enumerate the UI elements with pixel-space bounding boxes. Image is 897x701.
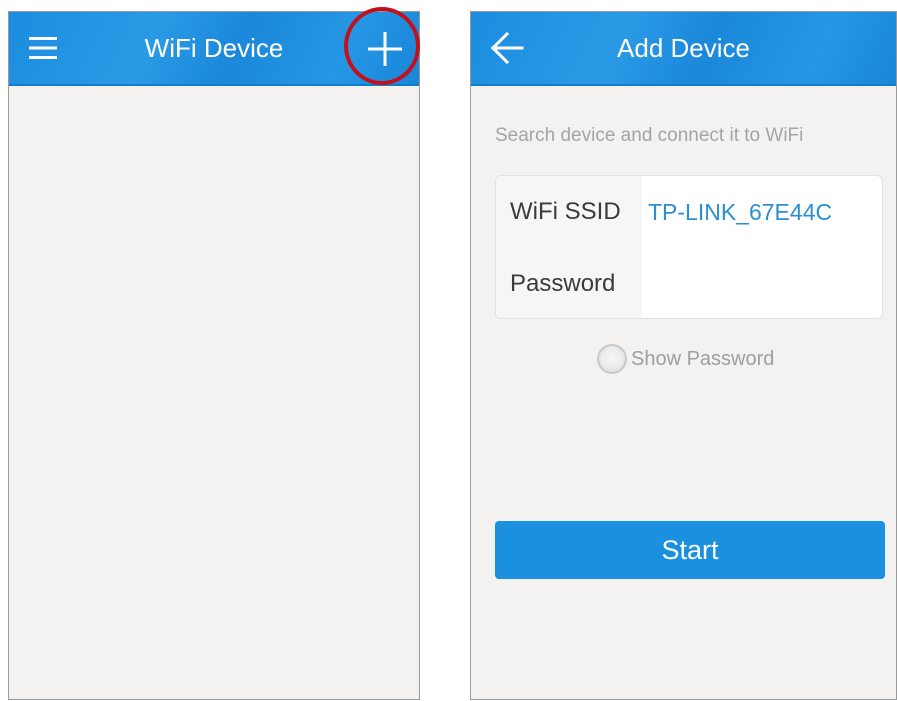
plus-icon[interactable] [364, 28, 406, 70]
page-title: Add Device [617, 33, 750, 63]
password-input[interactable] [642, 248, 882, 318]
page-title: WiFi Device [144, 33, 284, 63]
ssid-value[interactable]: TP-LINK_67E44C [642, 176, 882, 248]
app-bar: Add Device [471, 12, 896, 86]
instruction-text: Search device and connect it to WiFi [495, 125, 804, 146]
password-row: Password [496, 248, 882, 318]
app-bar: WiFi Device [9, 7, 420, 86]
show-password-radio[interactable] [597, 344, 627, 374]
start-button[interactable]: Start [495, 521, 885, 579]
ssid-label: WiFi SSID [496, 176, 642, 248]
password-label: Password [496, 248, 642, 318]
ssid-row: WiFi SSID TP-LINK_67E44C [496, 176, 882, 249]
wifi-form: WiFi SSID TP-LINK_67E44C Password [495, 175, 883, 319]
add-device-screen: Add Device Search device and connect it … [470, 11, 897, 700]
wifi-device-screen: WiFi Device [8, 7, 420, 700]
show-password-label: Show Password [631, 348, 775, 370]
